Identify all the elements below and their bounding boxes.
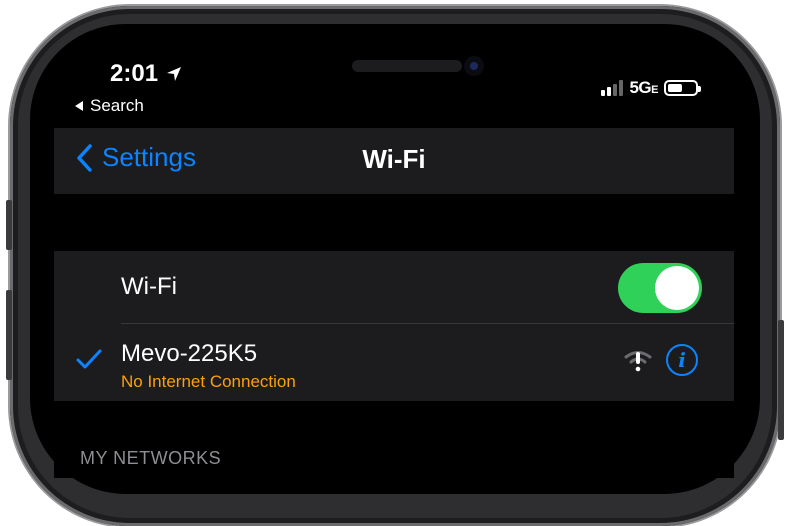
back-to-app-link[interactable]: Search [74,96,144,116]
status-indicators: 5GE [601,78,701,98]
wifi-label: Wi-Fi [121,273,177,300]
connected-network-row[interactable]: Mevo-225K5 No Internet Connection i [54,324,734,401]
wifi-toggle-row: Wi-Fi [54,251,734,323]
network-status: No Internet Connection [121,372,296,391]
status-time: 2:01 [110,60,159,87]
network-name: Mevo-225K5 [121,340,258,367]
silent-switch [6,200,12,250]
wifi-warning-icon [624,351,652,372]
side-button [778,320,784,440]
volume-up-button [6,290,12,380]
earpiece-speaker [352,60,462,72]
battery-icon [664,80,701,96]
back-triangle-icon [75,101,83,111]
front-camera [464,56,484,76]
network-type: 5GE [629,78,658,97]
navigation-bar: Settings Wi-Fi [54,128,734,194]
checkmark-icon [76,349,102,369]
info-icon: i [678,348,686,372]
my-networks-header: MY NETWORKS [80,448,222,468]
back-app-label: Search [90,96,144,115]
cellular-signal-icon [601,80,624,96]
toggle-knob [655,266,699,310]
notch [222,38,552,98]
location-arrow-icon [167,67,182,81]
page-title: Wi-Fi [362,144,426,174]
status-time-group: 2:01 [110,60,182,88]
network-info-button[interactable]: i [666,344,698,376]
phone-screen: 2:01 Search 5GE Settings Wi-Fi Wi-Fi Mev… [54,38,734,478]
wifi-toggle[interactable] [618,263,702,313]
wifi-settings-group: Wi-Fi Mevo-225K5 No Internet Connection … [54,251,734,401]
